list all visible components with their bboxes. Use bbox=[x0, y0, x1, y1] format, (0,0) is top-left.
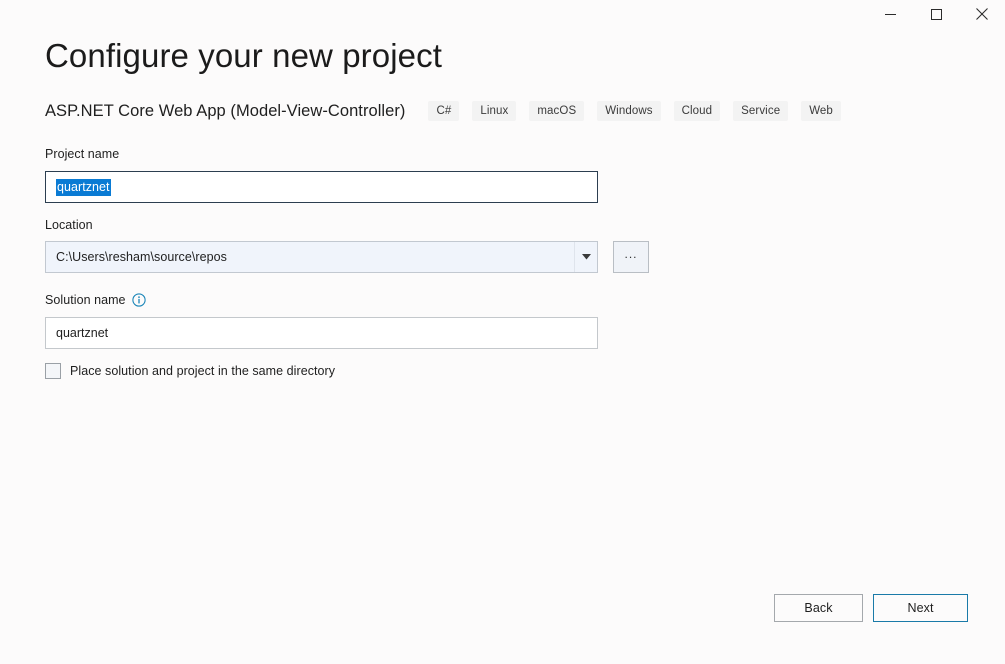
location-label: Location bbox=[45, 218, 93, 232]
location-combobox[interactable]: C:\Users\resham\source\repos bbox=[45, 241, 598, 273]
solution-name-value: quartznet bbox=[56, 326, 109, 340]
project-name-value: quartznet bbox=[56, 178, 111, 196]
template-tag-service: Service bbox=[733, 101, 789, 121]
browse-location-button[interactable]: ... bbox=[613, 241, 649, 273]
back-button[interactable]: Back bbox=[774, 594, 863, 622]
page-title: Configure your new project bbox=[45, 37, 442, 74]
template-name: ASP.NET Core Web App (Model-View-Control… bbox=[45, 101, 406, 120]
chevron-down-icon[interactable] bbox=[574, 242, 597, 272]
template-tag-language: C# bbox=[428, 101, 460, 121]
template-tag-web: Web bbox=[801, 101, 841, 121]
project-name-input[interactable]: quartznet bbox=[45, 171, 598, 203]
template-tag-macos: macOS bbox=[529, 101, 585, 121]
template-tag-windows: Windows bbox=[597, 101, 661, 121]
footer-button-group: Back Next bbox=[774, 594, 968, 622]
next-button[interactable]: Next bbox=[873, 594, 968, 622]
template-tag-linux: Linux bbox=[472, 101, 517, 121]
template-summary-row: ASP.NET Core Web App (Model-View-Control… bbox=[45, 101, 841, 121]
solution-name-input[interactable]: quartznet bbox=[45, 317, 598, 349]
template-tag-list: C# Linux macOS Windows Cloud Service Web bbox=[428, 101, 841, 121]
project-name-label: Project name bbox=[45, 147, 120, 161]
configure-project-page: Configure your new project ASP.NET Core … bbox=[0, 0, 1005, 664]
info-icon[interactable] bbox=[131, 293, 146, 307]
same-directory-checkbox[interactable] bbox=[45, 363, 61, 379]
location-value: C:\Users\resham\source\repos bbox=[56, 250, 227, 264]
template-tag-cloud: Cloud bbox=[673, 101, 721, 121]
solution-name-label: Solution name bbox=[45, 293, 126, 307]
same-directory-label: Place solution and project in the same d… bbox=[70, 364, 336, 378]
solution-name-label-row: Solution name bbox=[45, 292, 146, 308]
same-directory-checkbox-row[interactable]: Place solution and project in the same d… bbox=[45, 363, 335, 379]
